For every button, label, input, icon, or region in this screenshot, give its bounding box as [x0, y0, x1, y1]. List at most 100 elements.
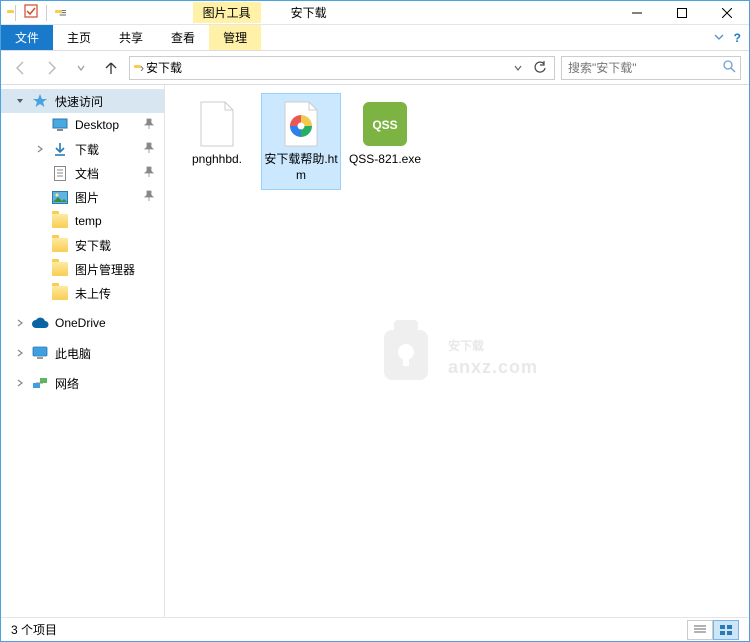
forward-button — [39, 56, 63, 80]
recent-dropdown-icon[interactable] — [69, 56, 93, 80]
sidebar-item[interactable]: 图片管理器 — [1, 257, 164, 281]
watermark-line2: anxz.com — [448, 357, 538, 378]
sidebar-item-label: 文档 — [75, 165, 99, 182]
svg-text:QSS: QSS — [372, 118, 397, 132]
view-toggle — [687, 620, 739, 640]
file-thumbnail: QSS — [361, 100, 409, 148]
chevron-right-icon[interactable] — [15, 319, 25, 327]
sidebar-item[interactable]: 图片 — [1, 185, 164, 209]
sidebar-this-pc[interactable]: 此电脑 — [1, 341, 164, 365]
sidebar-item[interactable]: 未上传 — [1, 281, 164, 305]
sidebar-item-label: 网络 — [55, 375, 79, 392]
main: 快速访问 Desktop 下载 文档 图片 temp 安下载 图片管理器 未上传 — [1, 85, 749, 617]
sidebar-item[interactable]: Desktop — [1, 113, 164, 137]
file-item[interactable]: 安下载帮助.htm — [261, 93, 341, 190]
search-box[interactable] — [561, 56, 741, 80]
qat-dropdown-icon[interactable]: ≡ — [59, 5, 67, 20]
sidebar-onedrive[interactable]: OneDrive — [1, 311, 164, 335]
address-dropdown-icon[interactable] — [508, 58, 528, 78]
icons-view-button[interactable] — [713, 620, 739, 640]
tab-file[interactable]: 文件 — [1, 25, 53, 50]
separator — [15, 5, 16, 21]
close-button[interactable] — [704, 1, 749, 25]
details-view-button[interactable] — [687, 620, 713, 640]
address-box[interactable]: › 安下载 — [129, 56, 555, 80]
search-icon[interactable] — [723, 60, 736, 76]
status-text: 3 个项目 — [11, 621, 57, 638]
file-item[interactable]: pnghhbd. — [177, 93, 257, 190]
pictures-icon — [51, 188, 69, 206]
search-input[interactable] — [568, 61, 723, 75]
chevron-icon[interactable] — [35, 145, 45, 153]
file-thumbnail — [277, 100, 325, 148]
sidebar-item-label: Desktop — [75, 118, 119, 132]
sidebar-item[interactable]: 文档 — [1, 161, 164, 185]
titlebar: ≡ 图片工具 安下载 — [1, 1, 749, 25]
chevron-right-icon[interactable]: › — [140, 61, 144, 75]
tab-share[interactable]: 共享 — [105, 25, 157, 50]
sidebar-item[interactable]: 安下载 — [1, 233, 164, 257]
star-icon — [31, 92, 49, 110]
sidebar-item-label: 图片管理器 — [75, 261, 135, 278]
maximize-button[interactable] — [659, 1, 704, 25]
minimize-button[interactable] — [614, 1, 659, 25]
documents-icon — [51, 164, 69, 182]
file-thumbnail — [193, 100, 241, 148]
folder-icon — [51, 236, 69, 254]
breadcrumb[interactable]: › 安下载 — [140, 59, 502, 76]
quick-access-toolbar: ≡ — [1, 4, 67, 21]
sidebar-item-label: 未上传 — [75, 285, 111, 302]
sidebar-item-label: OneDrive — [55, 316, 106, 330]
downloads-icon — [51, 140, 69, 158]
monitor-icon — [31, 344, 49, 362]
address-bar: › 安下载 — [1, 51, 749, 85]
pin-icon — [144, 190, 154, 205]
pin-icon — [144, 142, 154, 157]
properties-icon[interactable] — [24, 4, 38, 21]
separator — [46, 5, 47, 21]
sidebar-item-label: 下载 — [75, 141, 99, 158]
desktop-icon — [51, 116, 69, 134]
chevron-right-icon[interactable] — [15, 349, 25, 357]
sidebar-item[interactable]: 下载 — [1, 137, 164, 161]
sidebar-item[interactable]: temp — [1, 209, 164, 233]
folder-icon — [51, 260, 69, 278]
tab-view[interactable]: 查看 — [157, 25, 209, 50]
sidebar-item-label: temp — [75, 214, 102, 228]
sidebar: 快速访问 Desktop 下载 文档 图片 temp 安下载 图片管理器 未上传 — [1, 85, 165, 617]
help-icon[interactable]: ? — [734, 31, 741, 45]
pin-icon — [144, 166, 154, 181]
network-icon — [31, 374, 49, 392]
file-name-label: 安下载帮助.htm — [264, 152, 338, 183]
sidebar-network[interactable]: 网络 — [1, 371, 164, 395]
folder-icon — [51, 212, 69, 230]
breadcrumb-current[interactable]: 安下载 — [146, 59, 182, 76]
sidebar-item-label: 安下载 — [75, 237, 111, 254]
sidebar-quick-access[interactable]: 快速访问 — [1, 89, 164, 113]
refresh-icon[interactable] — [530, 58, 550, 78]
window-controls — [614, 1, 749, 25]
ribbon-expand-icon[interactable] — [714, 31, 724, 45]
up-button[interactable] — [99, 56, 123, 80]
file-name-label: pnghhbd. — [192, 152, 242, 168]
file-item[interactable]: QSS QSS-821.exe — [345, 93, 425, 190]
sidebar-item-label: 快速访问 — [55, 93, 103, 110]
statusbar: 3 个项目 — [1, 617, 749, 641]
tab-home[interactable]: 主页 — [53, 25, 105, 50]
chevron-right-icon[interactable] — [15, 379, 25, 387]
tab-manage[interactable]: 管理 — [209, 25, 261, 50]
contextual-tab-label: 图片工具 — [193, 2, 261, 23]
sidebar-item-label: 此电脑 — [55, 345, 91, 362]
file-name-label: QSS-821.exe — [349, 152, 421, 168]
back-button — [9, 56, 33, 80]
sidebar-item-label: 图片 — [75, 189, 99, 206]
ribbon: 文件 主页 共享 查看 管理 ? — [1, 25, 749, 51]
watermark: 安下载 anxz.com — [376, 316, 538, 386]
chevron-down-icon[interactable] — [15, 97, 25, 105]
cloud-icon — [31, 314, 49, 332]
folder-icon — [51, 284, 69, 302]
watermark-line1: 安下载 — [448, 339, 484, 353]
file-grid: pnghhbd. 安下载帮助.htmQSS QSS-821.exe — [177, 93, 737, 190]
content-pane[interactable]: pnghhbd. 安下载帮助.htmQSS QSS-821.exe 安下载 an… — [165, 85, 749, 617]
pin-icon — [144, 118, 154, 133]
